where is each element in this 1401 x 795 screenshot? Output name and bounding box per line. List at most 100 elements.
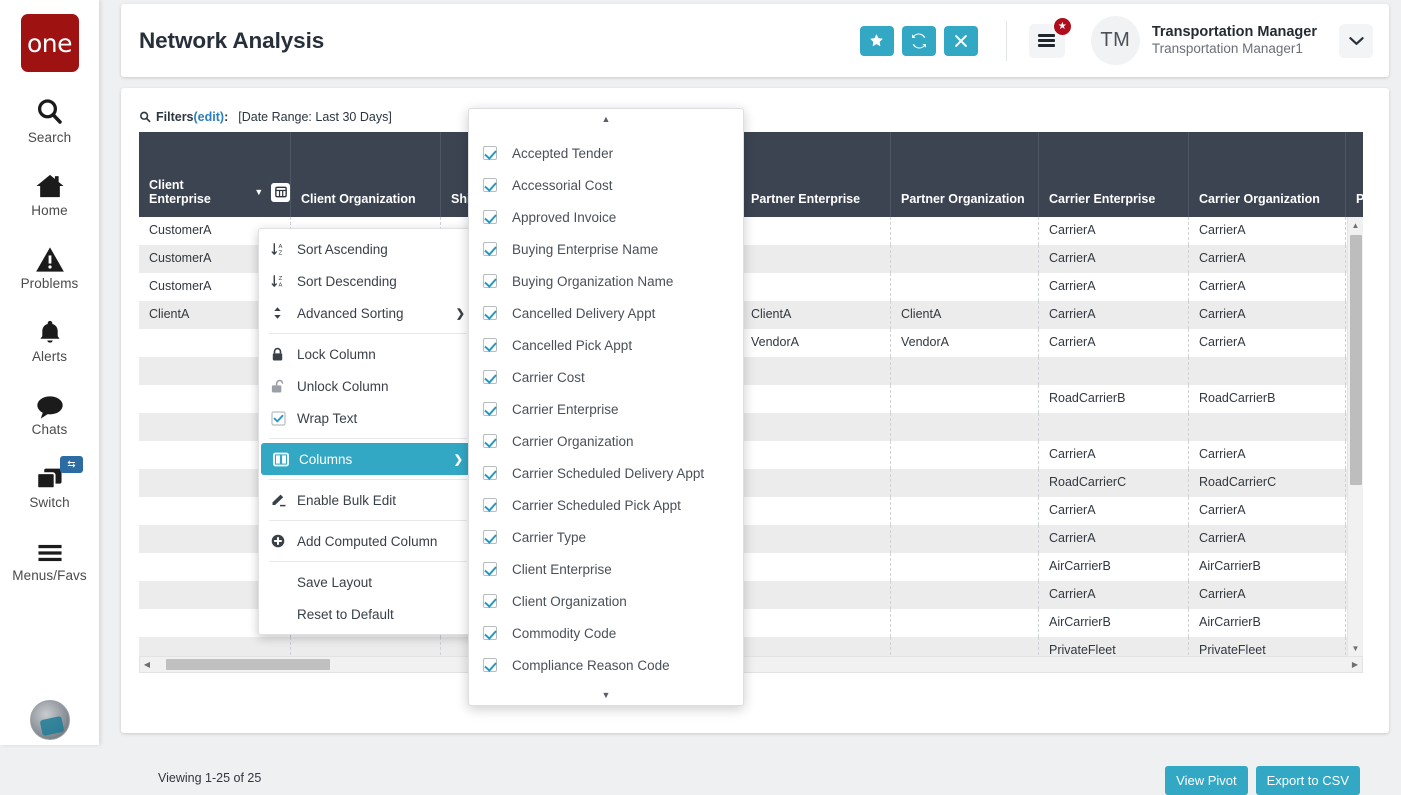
refresh-button[interactable] <box>902 26 936 56</box>
column-toggle-item[interactable]: Approved Invoice <box>469 201 743 233</box>
menu-item-unlock-column[interactable]: Unlock Column <box>259 370 477 402</box>
header-actions: ★ TM Transportation Manager Transportati… <box>852 16 1389 65</box>
column-toggle-item[interactable]: Carrier Cost <box>469 361 743 393</box>
sidebar-item-chats[interactable]: Chats <box>0 385 99 437</box>
scroll-right-caret-icon[interactable]: ▶ <box>1348 657 1362 672</box>
column-toggle-item[interactable]: Client Organization <box>469 585 743 617</box>
menu-item-label: Advanced Sorting <box>297 306 404 321</box>
sidebar-item-home[interactable]: Home <box>0 166 99 218</box>
sidebar-item-search[interactable]: Search <box>0 93 99 145</box>
column-toggle-item[interactable]: Buying Enterprise Name <box>469 233 743 265</box>
column-toggle-item[interactable]: Cancelled Delivery Appt <box>469 297 743 329</box>
column-toggle-item[interactable]: Buying Organization Name <box>469 265 743 297</box>
table-cell <box>741 357 891 385</box>
column-toggle-item[interactable]: Cancelled Pick Appt <box>469 329 743 361</box>
table-cell: VendorA <box>891 329 1039 357</box>
menu-item-reset-to-default[interactable]: Reset to Default <box>259 598 477 630</box>
columns-scroll-up-caret-icon[interactable]: ▲ <box>469 109 743 129</box>
scroll-down-caret-icon[interactable]: ▼ <box>1348 640 1363 656</box>
column-toggle-item[interactable]: Carrier Organization <box>469 425 743 457</box>
column-visibility-checkbox[interactable] <box>483 530 497 544</box>
column-visibility-checkbox[interactable] <box>483 178 497 192</box>
grid-column-header[interactable]: Pickup <box>1346 132 1363 217</box>
column-menu-grid-icon[interactable] <box>271 183 290 202</box>
column-toggle-label: Compliance Reason Code <box>512 658 670 673</box>
menu-item-label: Save Layout <box>297 575 372 590</box>
left-sidebar: one Search Home Problems Alerts Chats ⇆ <box>0 0 99 745</box>
view-pivot-button[interactable]: View Pivot <box>1165 766 1247 795</box>
swap-arrows-icon[interactable]: ⇆ <box>60 456 83 473</box>
horizontal-scroll-thumb[interactable] <box>166 659 330 670</box>
column-visibility-checkbox[interactable] <box>483 242 497 256</box>
column-visibility-checkbox[interactable] <box>483 498 497 512</box>
column-visibility-checkbox[interactable] <box>483 274 497 288</box>
grid-column-header[interactable]: Carrier Organization <box>1189 132 1346 217</box>
column-visibility-checkbox[interactable] <box>483 210 497 224</box>
menu-item-wrap-text[interactable]: Wrap Text <box>259 402 477 434</box>
sort-desc-icon: ZA <box>271 274 297 289</box>
column-visibility-checkbox[interactable] <box>483 466 497 480</box>
columns-list: Accepted TenderAccessorial CostApproved … <box>469 129 743 685</box>
export-to-csv-button[interactable]: Export to CSV <box>1256 766 1360 795</box>
columns-scroll-down-caret-icon[interactable]: ▼ <box>469 685 743 705</box>
grid-horizontal-scrollbar[interactable]: ◀ ▶ <box>139 656 1363 673</box>
column-toggle-label: Carrier Enterprise <box>512 402 619 417</box>
avatar[interactable]: TM <box>1091 16 1140 65</box>
column-visibility-checkbox[interactable] <box>483 434 497 448</box>
column-visibility-checkbox[interactable] <box>483 370 497 384</box>
grid-vertical-scrollbar[interactable]: ▲ ▼ <box>1347 217 1363 656</box>
menu-item-save-layout[interactable]: Save Layout <box>259 566 477 598</box>
checkbox-checked-icon <box>271 411 297 426</box>
column-sort-caret-down-icon[interactable]: ▼ <box>254 187 263 197</box>
grid-column-header[interactable]: Carrier Enterprise <box>1039 132 1189 217</box>
assistant-avatar[interactable] <box>30 700 70 740</box>
bell-icon <box>36 312 64 346</box>
menu-item-sort-descending[interactable]: ZASort Descending <box>259 265 477 297</box>
scroll-up-caret-icon[interactable]: ▲ <box>1348 217 1363 233</box>
menu-item-columns[interactable]: Columns❯ <box>261 443 475 475</box>
column-visibility-checkbox[interactable] <box>483 338 497 352</box>
column-toggle-label: Commodity Code <box>512 626 616 641</box>
grid-column-header[interactable]: Partner Organization <box>891 132 1039 217</box>
sidebar-item-problems[interactable]: Problems <box>0 239 99 291</box>
column-toggle-item[interactable]: Carrier Type <box>469 521 743 553</box>
menu-item-add-computed-column[interactable]: Add Computed Column <box>259 525 477 557</box>
column-visibility-checkbox[interactable] <box>483 594 497 608</box>
grid-column-header[interactable]: Partner Enterprise <box>741 132 891 217</box>
column-toggle-item[interactable]: Accepted Tender <box>469 137 743 169</box>
column-toggle-item[interactable]: Commodity Code <box>469 617 743 649</box>
column-toggle-item[interactable]: Carrier Scheduled Delivery Appt <box>469 457 743 489</box>
column-toggle-item[interactable]: Compliance Reason Code <box>469 649 743 681</box>
menu-item-sort-ascending[interactable]: AZSort Ascending <box>259 233 477 265</box>
column-visibility-checkbox[interactable] <box>483 402 497 416</box>
grid-column-header[interactable]: Client Organization <box>291 132 441 217</box>
column-visibility-checkbox[interactable] <box>483 626 497 640</box>
filters-edit-link[interactable]: (edit) <box>194 110 225 124</box>
column-toggle-item[interactable]: Carrier Enterprise <box>469 393 743 425</box>
menu-item-advanced-sorting[interactable]: Advanced Sorting❯ <box>259 297 477 329</box>
page-header: Network Analysis ★ TM Transportation Man… <box>121 4 1389 77</box>
column-toggle-item[interactable]: Accessorial Cost <box>469 169 743 201</box>
user-menu-chevron-down-icon[interactable] <box>1339 24 1373 58</box>
warning-triangle-icon <box>35 239 65 273</box>
scroll-left-caret-icon[interactable]: ◀ <box>140 657 154 672</box>
app-logo[interactable]: one <box>21 14 79 72</box>
close-button[interactable] <box>944 26 978 56</box>
column-visibility-checkbox[interactable] <box>483 562 497 576</box>
sidebar-item-menus-favs[interactable]: Menus/Favs <box>0 531 99 583</box>
column-visibility-checkbox[interactable] <box>483 306 497 320</box>
context-menu-button[interactable]: ★ <box>1029 24 1065 58</box>
sidebar-item-switch[interactable]: ⇆ Switch <box>0 458 99 510</box>
sidebar-item-alerts[interactable]: Alerts <box>0 312 99 364</box>
column-toggle-item[interactable]: Carrier Scheduled Pick Appt <box>469 489 743 521</box>
favorite-button[interactable] <box>860 26 894 56</box>
menu-item-lock-column[interactable]: Lock Column <box>259 338 477 370</box>
menu-item-enable-bulk-edit[interactable]: Enable Bulk Edit <box>259 484 477 516</box>
column-visibility-checkbox[interactable] <box>483 146 497 160</box>
vertical-scroll-thumb[interactable] <box>1350 235 1362 485</box>
sidebar-item-label: Alerts <box>32 349 67 364</box>
table-row[interactable]: PrivateFleetPrivateFleet <box>139 637 1363 656</box>
grid-column-header[interactable]: Client Enterprise▼ <box>139 132 291 217</box>
column-visibility-checkbox[interactable] <box>483 658 497 672</box>
column-toggle-item[interactable]: Client Enterprise <box>469 553 743 585</box>
